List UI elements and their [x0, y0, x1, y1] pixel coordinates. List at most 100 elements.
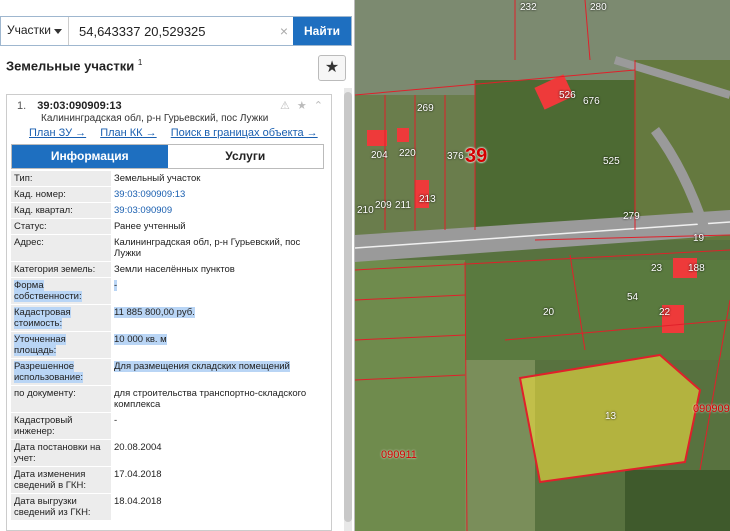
parcel-label: 210 — [357, 205, 374, 216]
parcel-label: 204 — [371, 150, 388, 161]
parcel-label: 209 — [375, 200, 392, 211]
section-count: 1 — [137, 58, 143, 67]
attr-value-text: Земельный участок — [114, 173, 201, 184]
attr-value: 18.04.2018 — [111, 493, 324, 521]
table-row: Кадастровая стоимость: 11 885 800,00 руб. — [11, 304, 324, 332]
table-row: Разрешенное использование: Для размещения… — [11, 358, 324, 386]
parcel-label: 280 — [590, 2, 607, 13]
parcel-card: 1. 39:03:090909:13 ⚠ ★ ⌃ Калининградская… — [6, 94, 332, 531]
parcel-label: 13 — [605, 411, 617, 422]
quarter-code-label: 090911 — [381, 449, 417, 461]
favorite-button[interactable]: ★ — [318, 55, 346, 81]
attr-value-text: 11 885 800,00 руб. — [114, 307, 195, 318]
attr-value-text: Земли населённых пунктов — [114, 264, 235, 275]
parcel-label: 22 — [659, 307, 671, 318]
layer-select-label: Участки — [7, 23, 51, 37]
table-row: Кад. квартал: 39:03:090909 — [11, 202, 324, 219]
attr-key: Тип: — [11, 171, 111, 187]
attr-key: Форма собственности: — [11, 277, 111, 305]
card-actions-icon[interactable]: ⚠ ★ ⌃ — [280, 99, 325, 112]
parcel-label: 188 — [688, 263, 705, 274]
table-row: Уточненная площадь: 10 000 кв. м — [11, 331, 324, 359]
card-links: План ЗУ → План КК → Поиск в границах объ… — [29, 127, 329, 139]
attributes-table: Тип: Земельный участок Кад. номер: 39:03:09… — [11, 171, 324, 521]
parcel-label: 676 — [583, 96, 600, 107]
layer-select[interactable]: Участки — [1, 17, 69, 45]
attr-value-text: 17.04.2018 — [114, 469, 162, 480]
attr-value-text: 18.04.2018 — [114, 496, 162, 507]
attr-key-text: Уточненная площадь: — [14, 334, 66, 356]
attr-key: Кад. квартал: — [11, 202, 111, 219]
find-button[interactable]: Найти — [293, 17, 351, 45]
attr-value: 10 000 кв. м — [111, 331, 324, 359]
attr-value: 20.08.2004 — [111, 439, 324, 467]
card-cadastral-number[interactable]: 39:03:090909:13 — [37, 100, 121, 112]
parcel-label: 526 — [559, 90, 576, 101]
map-view[interactable]: 39 269 526 676 376 525 279 19 23 188 54 … — [355, 0, 730, 531]
attr-key: Дата постановки на учет: — [11, 439, 111, 467]
attr-key: по документу: — [11, 385, 111, 413]
attr-value: Земельный участок — [111, 171, 324, 187]
attr-value-text[interactable]: 39:03:090909 — [114, 205, 172, 216]
parcel-label: 279 — [623, 211, 640, 222]
search-bar: Участки × Найти — [0, 16, 352, 46]
link-search-boundaries[interactable]: Поиск в границах объекта → — [171, 127, 318, 139]
attr-key: Кадастровый инженер: — [11, 412, 111, 440]
section-title: Земельные участки 1 — [6, 58, 142, 73]
attr-key: Статус: — [11, 218, 111, 235]
attr-key: Уточненная площадь: — [11, 331, 111, 359]
card-index: 1. — [17, 100, 27, 112]
search-input[interactable] — [69, 17, 275, 45]
table-row: Дата изменения сведений в ГКН: 17.04.2018 — [11, 466, 324, 494]
table-row: Кадастровый инженер: - — [11, 412, 324, 440]
quarter-label: 39 — [465, 145, 488, 167]
parcel-label: 269 — [417, 103, 434, 114]
parcel-label: 23 — [651, 263, 663, 274]
attr-key: Адрес: — [11, 234, 111, 262]
info-panel: Участки × Найти Земельные участки 1 ★ 1.… — [0, 0, 355, 531]
attr-value: - — [111, 412, 324, 440]
attr-value: Ранее учтенный — [111, 218, 324, 235]
table-row: Категория земель: Земли населённых пункто… — [11, 261, 324, 278]
attr-value[interactable]: 39:03:090909 — [111, 202, 324, 219]
attr-key: Кад. номер: — [11, 186, 111, 203]
quarter-code-label: 090909 — [693, 403, 730, 415]
tab-info[interactable]: Информация — [12, 145, 168, 168]
attr-value: Калининградская обл, р-н Гурьевский, пос… — [111, 234, 324, 262]
table-row: Дата выгрузки сведений из ГКН: 18.04.2018 — [11, 493, 324, 521]
attr-key: Категория земель: — [11, 261, 111, 278]
card-address: Калининградская обл, р-н Гурьевский, пос… — [41, 113, 269, 124]
attr-key-text: Разрешенное использование: — [14, 361, 84, 383]
attr-value-text[interactable]: 39:03:090909:13 — [114, 189, 185, 200]
tab-services[interactable]: Услуги — [167, 145, 323, 168]
table-row: Дата постановки на учет: 20.08.2004 — [11, 439, 324, 467]
attr-value: Земли населённых пунктов — [111, 261, 324, 278]
clear-icon[interactable]: × — [275, 17, 293, 45]
attr-value-text: - — [114, 280, 118, 291]
attr-value-text: - — [114, 415, 118, 426]
star-icon: ★ — [324, 59, 340, 76]
table-row: Адрес: Калининградская обл, р-н Гурьевски… — [11, 234, 324, 262]
attr-value[interactable]: 39:03:090909:13 — [111, 186, 324, 203]
parcel-label: 525 — [603, 156, 620, 167]
attr-value: 17.04.2018 — [111, 466, 324, 494]
table-row: Форма собственности: - — [11, 277, 324, 305]
card-header: 1. 39:03:090909:13 — [17, 100, 122, 112]
scrollbar[interactable] — [344, 88, 352, 531]
parcel-label: 213 — [419, 194, 436, 205]
attr-value-text: 10 000 кв. м — [114, 334, 167, 345]
link-plan-zu[interactable]: План ЗУ → — [29, 127, 86, 139]
caret-down-icon — [54, 29, 62, 34]
parcel-label: 376 — [447, 151, 464, 162]
attr-key-text: Форма собственности: — [14, 280, 82, 302]
attr-value-text: 20.08.2004 — [114, 442, 162, 453]
attr-key: Дата выгрузки сведений из ГКН: — [11, 493, 111, 521]
table-row: Тип: Земельный участок — [11, 171, 324, 187]
parcel-label: 220 — [399, 148, 416, 159]
attr-key: Разрешенное использование: — [11, 358, 111, 386]
attr-key: Кадастровая стоимость: — [11, 304, 111, 332]
scroll-thumb[interactable] — [344, 92, 352, 522]
link-plan-kk[interactable]: План КК → — [100, 127, 156, 139]
parcel-label: 211 — [395, 200, 411, 211]
parcel-label: 19 — [693, 233, 705, 244]
